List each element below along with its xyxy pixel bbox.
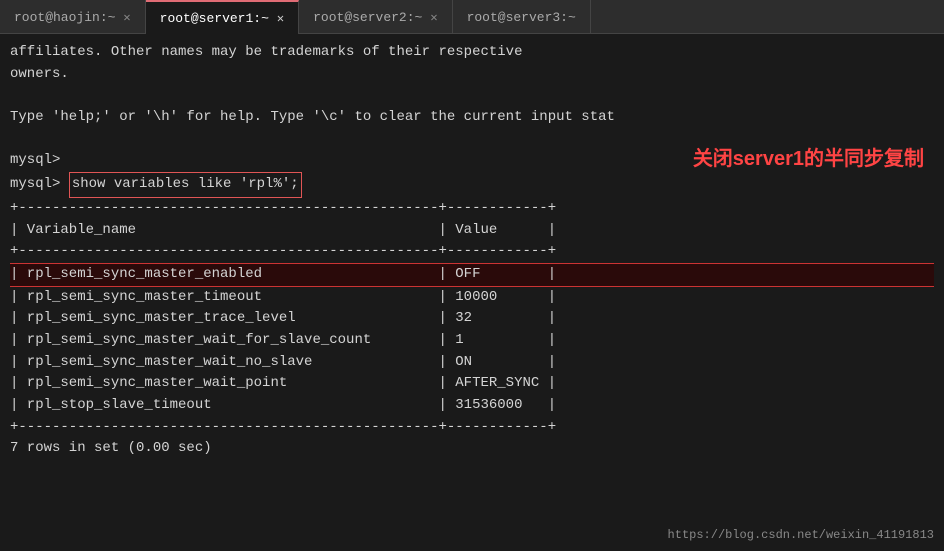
table-sep-mid: +---------------------------------------… — [10, 241, 934, 263]
result-footer: 7 rows in set (0.00 sec) — [10, 438, 934, 460]
line-help: Type 'help;' or '\h' for help. Type '\c'… — [10, 107, 934, 129]
table-row-trace: | rpl_semi_sync_master_trace_level | 32 … — [10, 308, 934, 330]
line-empty1 — [10, 85, 934, 107]
table-row-wait-point: | rpl_semi_sync_master_wait_point | AFTE… — [10, 373, 934, 395]
tab-server1-close[interactable]: ✕ — [277, 11, 284, 26]
table-row-wait-slave: | rpl_semi_sync_master_wait_for_slave_co… — [10, 330, 934, 352]
tab-server2[interactable]: root@server2:~ ✕ — [299, 0, 452, 34]
table-row-stop-slave: | rpl_stop_slave_timeout | 31536000 | — [10, 395, 934, 417]
tab-haojin-close[interactable]: ✕ — [123, 10, 130, 25]
table-row-timeout: | rpl_semi_sync_master_timeout | 10000 | — [10, 287, 934, 309]
tab-haojin[interactable]: root@haojin:~ ✕ — [0, 0, 146, 34]
tab-server2-close[interactable]: ✕ — [430, 10, 437, 25]
tab-bar: root@haojin:~ ✕ root@server1:~ ✕ root@se… — [0, 0, 944, 34]
table-header-row: | Variable_name | Value | — [10, 220, 934, 242]
mysql-command: show variables like 'rpl%'; — [69, 172, 302, 198]
tab-server2-label: root@server2:~ — [313, 10, 422, 25]
line-owners: owners. — [10, 64, 934, 86]
table-cell-enabled: | rpl_semi_sync_master_enabled | OFF | — [10, 266, 556, 282]
table-row-wait-no-slave: | rpl_semi_sync_master_wait_no_slave | O… — [10, 352, 934, 374]
table-sep-top: +---------------------------------------… — [10, 198, 934, 220]
table-sep-bot: +---------------------------------------… — [10, 417, 934, 439]
tab-haojin-label: root@haojin:~ — [14, 10, 115, 25]
table-row-highlighted: | rpl_semi_sync_master_enabled | OFF | — [10, 263, 934, 287]
annotation-text: 关闭server1的半同步复制 — [693, 144, 924, 175]
tab-server1[interactable]: root@server1:~ ✕ — [146, 0, 299, 34]
watermark: https://blog.csdn.net/weixin_41191813 — [668, 526, 934, 545]
tab-server3-label: root@server3:~ — [467, 10, 576, 25]
command-line: mysql> show variables like 'rpl%'; — [10, 172, 934, 198]
mysql-prompt: mysql> — [10, 174, 69, 196]
line-affiliates: affiliates. Other names may be trademark… — [10, 42, 934, 64]
terminal-area[interactable]: affiliates. Other names may be trademark… — [0, 34, 944, 551]
tab-server1-label: root@server1:~ — [160, 11, 269, 26]
tab-server3[interactable]: root@server3:~ — [453, 0, 591, 34]
